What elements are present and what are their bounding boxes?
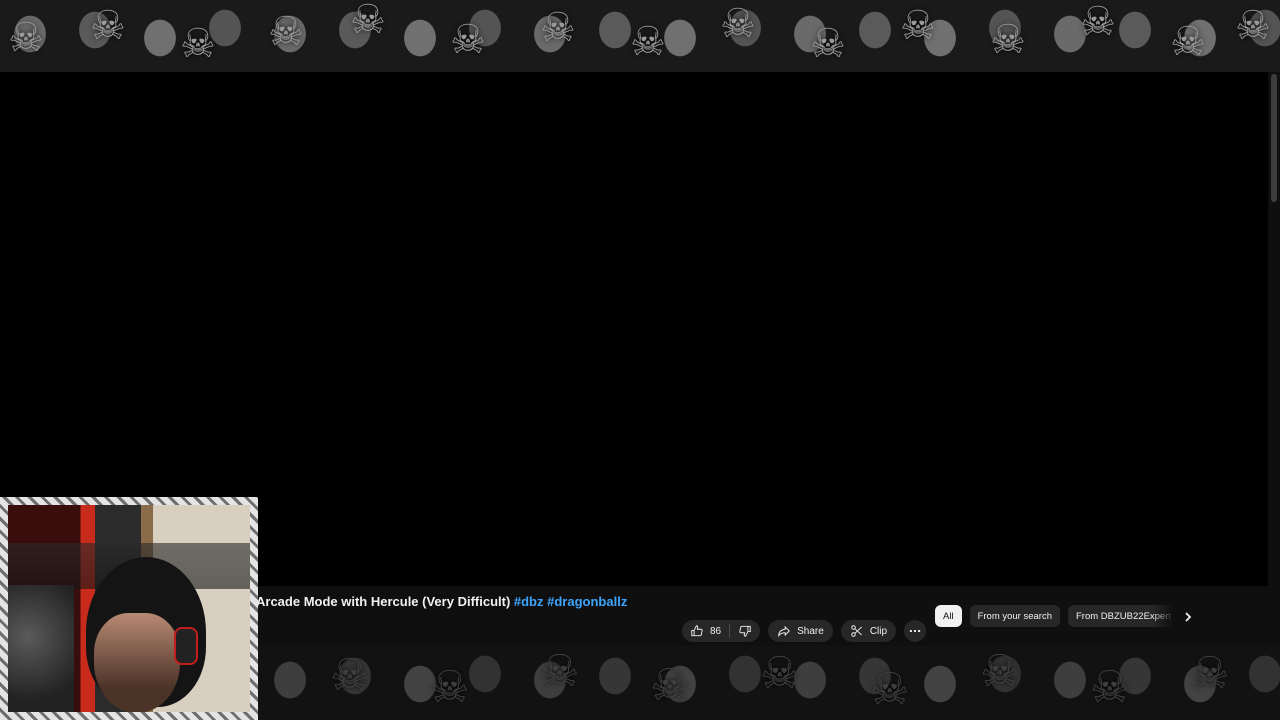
dislike-icon [739,625,751,637]
share-label: Share [797,625,824,637]
skull-icon: ☠ [870,665,910,714]
clip-button[interactable]: Clip [840,620,897,642]
scrollbar-thumb[interactable] [1271,74,1277,202]
clip-label: Clip [869,625,888,637]
like-icon [691,625,703,637]
chip-all[interactable]: All [935,605,962,627]
video-title-text: Arcade Mode with Hercule (Very Difficult… [256,594,514,609]
action-bar: 86 Share Clip [682,620,927,642]
skull-icon: ☠ [540,6,576,50]
headset-icon [174,627,198,665]
webcam-person-face [94,613,180,712]
skull-icon: ☠ [900,4,936,48]
skull-icon: ☠ [650,661,690,710]
related-filter-chips: All From your search From DBZUB22Expert [935,605,1174,627]
webcam-overlay [0,497,258,720]
scissors-icon [851,625,862,637]
skull-icon: ☠ [630,20,666,64]
skull-icon: ☠ [1190,649,1230,698]
like-count: 86 [710,625,722,637]
share-icon [778,625,791,638]
skull-icon: ☠ [990,18,1026,62]
chips-next-button[interactable] [1182,610,1194,622]
skull-icon: ☠ [330,651,370,700]
chip-from-your-search[interactable]: From your search [969,605,1060,627]
hashtag-link[interactable]: #dbz [514,594,544,609]
skull-wallpaper-top: ☠ ☠ ☠ ☠ ☠ ☠ ☠ ☠ ☠ ☠ ☠ ☠ ☠ ☠ ☠ [0,0,1280,72]
more-actions-button[interactable] [904,620,927,642]
video-title: Arcade Mode with Hercule (Very Difficult… [256,594,627,609]
hashtag-link[interactable]: #dragonballz [547,594,627,609]
chip-from-channel[interactable]: From DBZUB22Expert [1068,605,1174,627]
skull-icon: ☠ [980,647,1020,696]
skull-icon: ☠ [268,10,304,54]
skull-icon: ☠ [90,4,126,48]
more-icon [909,629,921,633]
skull-icon: ☠ [430,663,470,712]
webcam-plant [8,585,74,712]
skull-icon: ☠ [1170,20,1206,64]
share-button[interactable]: Share [768,620,833,642]
skull-icon: ☠ [1235,4,1271,48]
skull-icon: ☠ [180,22,216,66]
skull-icon: ☠ [540,647,580,696]
page-scrollbar[interactable] [1268,72,1280,646]
skull-icon: ☠ [810,22,846,66]
chevron-right-icon [1185,612,1192,622]
skull-icon: ☠ [1080,0,1116,44]
skull-icon: ☠ [450,18,486,62]
skull-icon: ☠ [350,0,386,42]
like-button[interactable]: 86 [682,620,729,642]
skull-icon: ☠ [720,2,756,46]
skull-icon: ☠ [1090,663,1130,712]
dislike-button[interactable] [730,620,760,642]
skull-icon: ☠ [8,16,44,60]
skull-icon: ☠ [760,649,800,698]
like-dislike-group: 86 [682,620,761,642]
